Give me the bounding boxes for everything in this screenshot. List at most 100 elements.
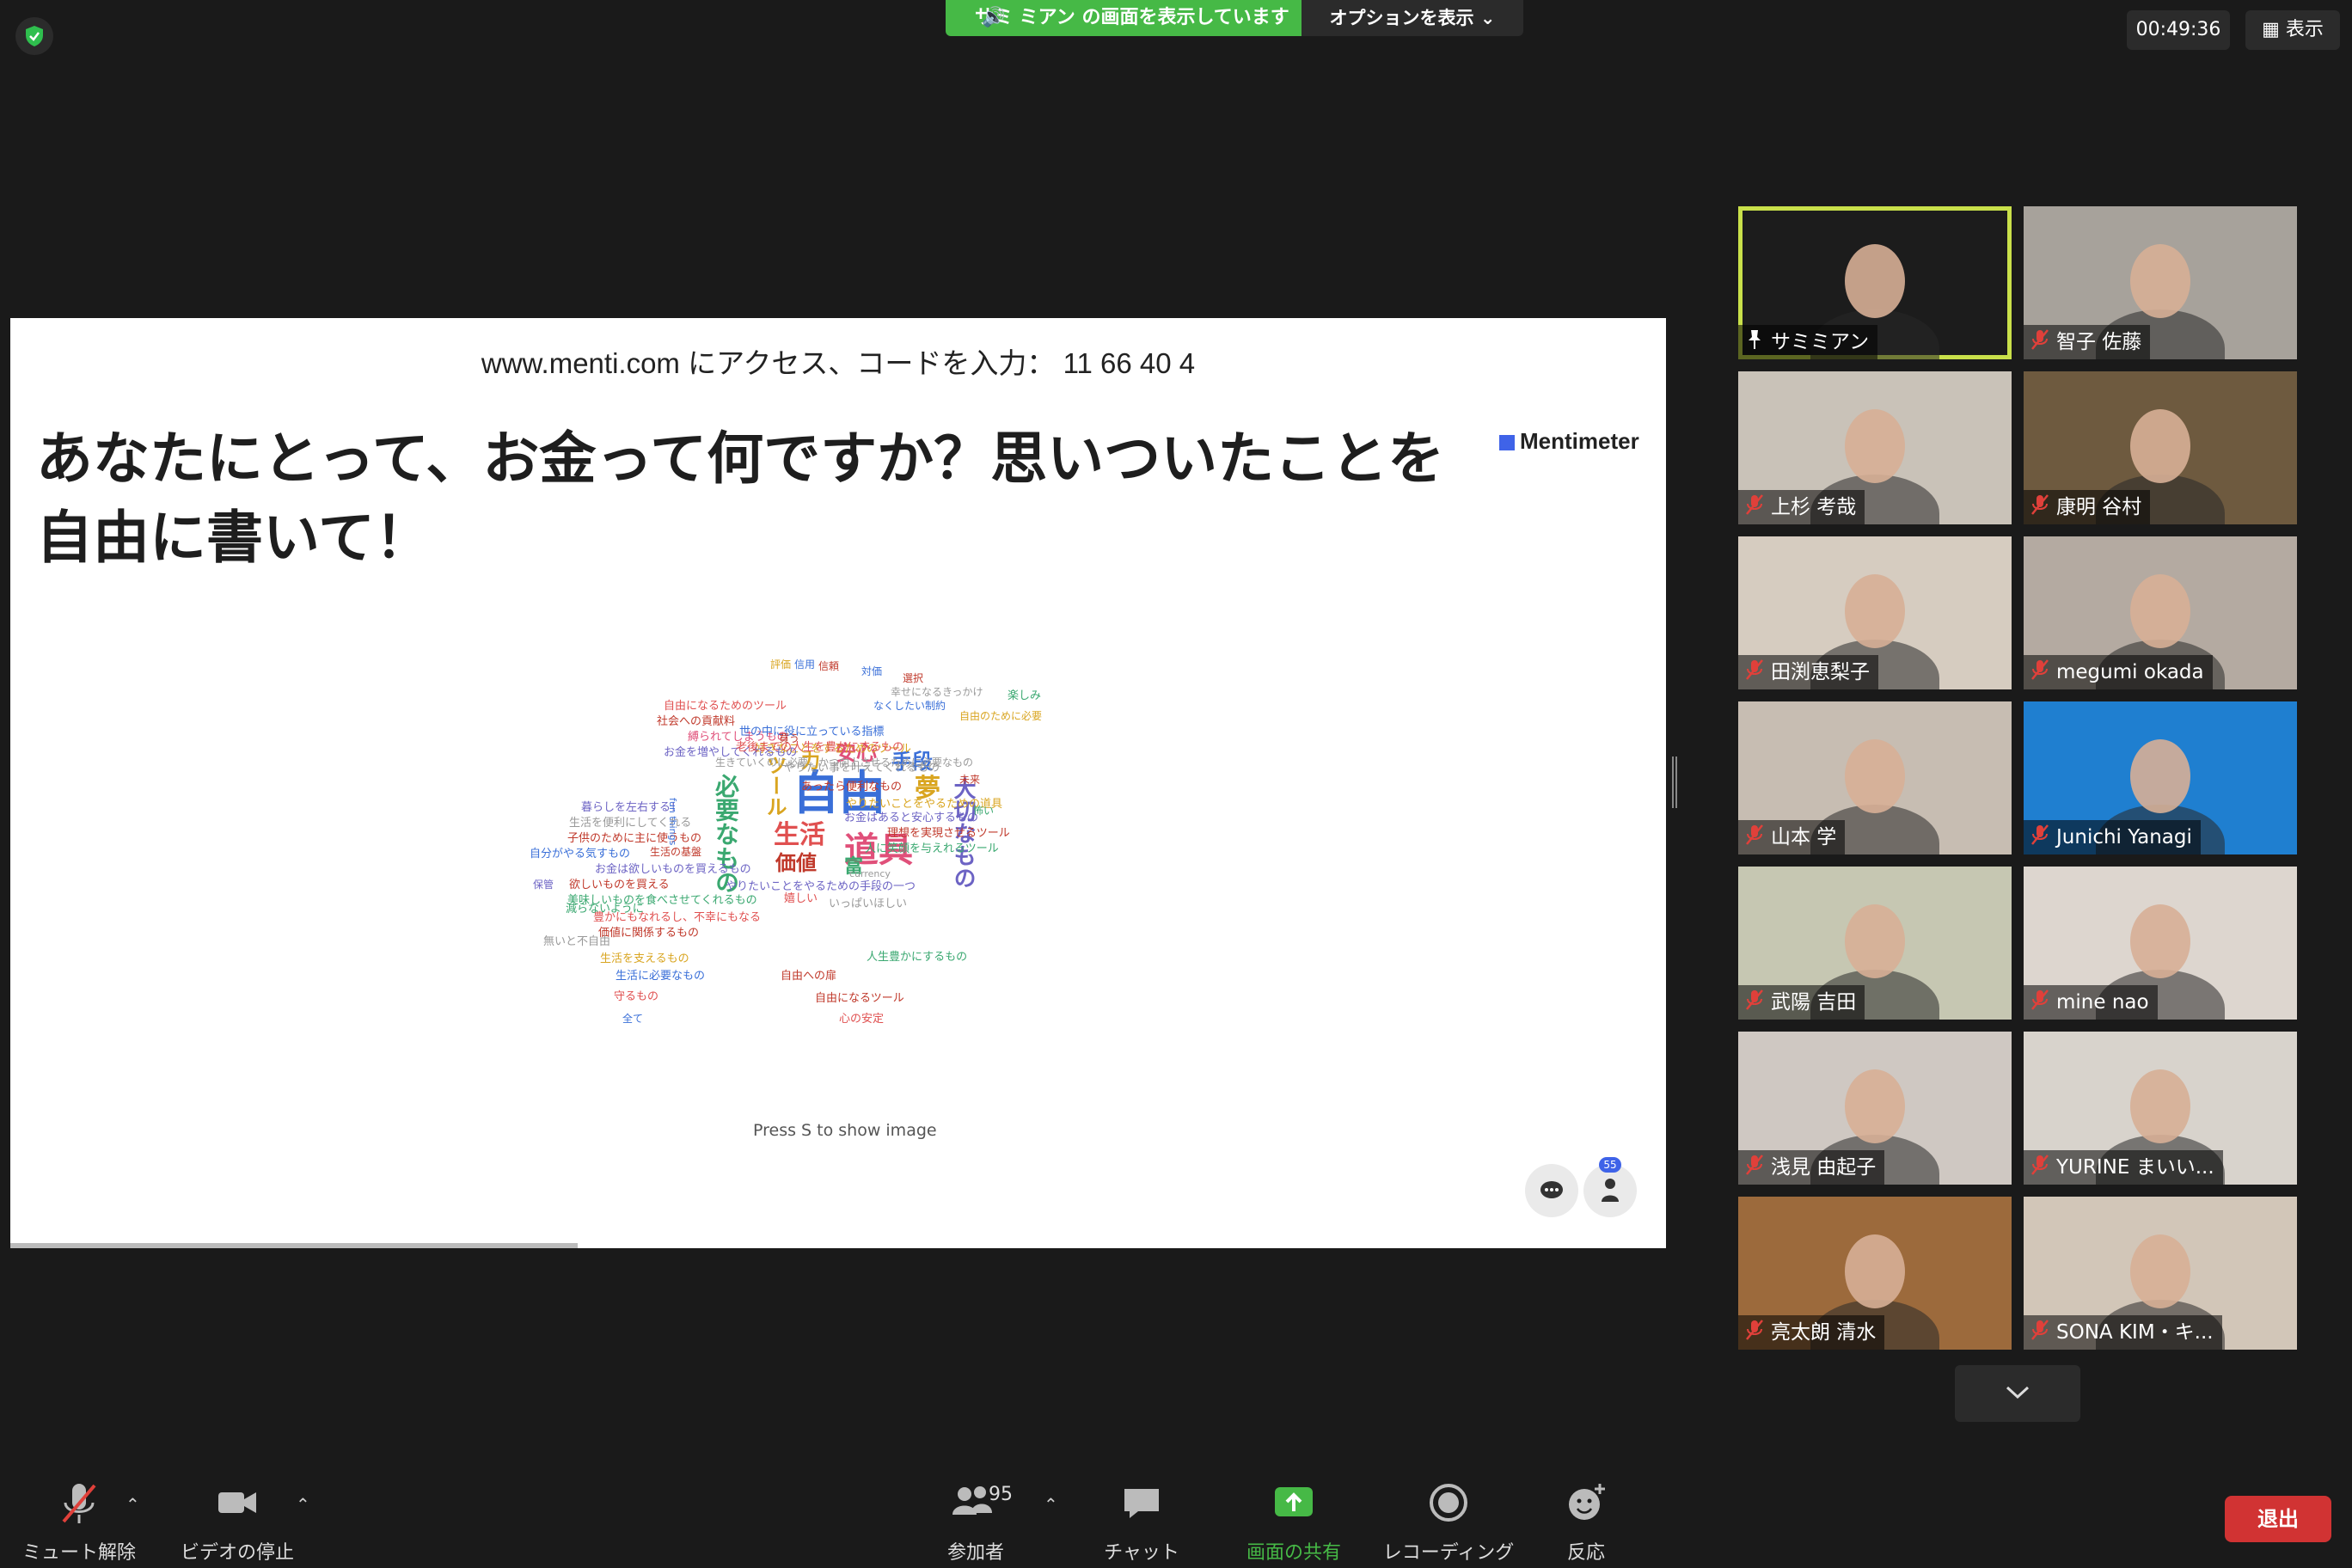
word-cloud-item: 自由になるツール: [815, 992, 904, 1005]
mentimeter-brand: Mentimeter: [1520, 428, 1639, 454]
word-cloud-item: 信頼: [818, 660, 840, 672]
meeting-timer: 00:49:36: [2127, 10, 2230, 50]
word-cloud-item: やりたい事を叶えてくれるもの: [784, 762, 940, 775]
participant-video-face: [1845, 1234, 1905, 1308]
participant-name: SONA KIM・キ...: [2056, 1321, 2214, 1344]
participant-tile[interactable]: 康明 谷村: [2024, 371, 2297, 524]
word-cloud-item: 生活を支えるもの: [600, 952, 689, 965]
chat-bubble-icon: [1540, 1181, 1563, 1198]
participant-name: 智子 佐藤: [2056, 331, 2142, 353]
word-cloud-item: 怖い: [973, 805, 995, 817]
view-options-button[interactable]: オプションを表示 ⌄: [1302, 0, 1523, 36]
muted-mic-icon: [2030, 328, 2051, 359]
chat-button[interactable]: チャット: [1090, 1477, 1193, 1565]
word-cloud-item: 老後までの人生を豊かにするもの: [736, 741, 904, 754]
word-cloud-item: 保管: [533, 879, 554, 891]
muted-mic-icon: [1745, 1318, 1766, 1350]
participant-name-label: 康明 谷村: [2024, 490, 2151, 524]
word-cloud-item: currency: [849, 868, 891, 879]
word-cloud-item: 欲しいものを買える: [569, 879, 670, 891]
chat-icon: [1124, 1489, 1159, 1518]
word-cloud-item: 必要なもの: [712, 774, 740, 894]
participants-count: 95: [989, 1484, 1013, 1505]
participant-name-label: 山本 学: [1738, 820, 1846, 854]
participant-video-face: [1845, 739, 1905, 813]
participant-tile[interactable]: 田渕恵梨子: [1738, 536, 2012, 689]
word-cloud-item: 嬉しい: [784, 892, 818, 905]
comments-button[interactable]: [1525, 1164, 1578, 1217]
participant-tile[interactable]: 智子 佐藤: [2024, 206, 2297, 359]
view-options-label: オプションを表示: [1329, 8, 1474, 28]
participant-name: 山本 学: [1771, 826, 1837, 848]
speaker-icon: 🔊: [982, 7, 1006, 28]
muted-mic-icon: [1745, 658, 1766, 689]
muted-mic-icon: [62, 1484, 96, 1523]
participant-name: Junichi Yanagi: [2056, 826, 2192, 848]
participant-tile[interactable]: サミミアン: [1738, 206, 2012, 359]
word-cloud-item: なくしたい制約: [873, 700, 946, 712]
reactions-button[interactable]: 反応: [1539, 1477, 1633, 1565]
participant-name: YURINE まいい...: [2056, 1156, 2214, 1179]
participant-video-face: [1845, 244, 1905, 318]
participant-video-face: [2130, 409, 2190, 483]
participant-video-face: [2130, 739, 2190, 813]
stop-video-button[interactable]: ビデオの停止: [177, 1477, 297, 1565]
participant-tile[interactable]: 亮太朗 清水: [1738, 1197, 2012, 1350]
share-banner-text: サミ ミアン の画面を表示しています: [975, 7, 1289, 28]
participants-button[interactable]: 95 参加者: [911, 1477, 1040, 1565]
word-cloud-item: 理想を実現させるツール: [887, 827, 1010, 840]
join-instructions: www.menti.com にアクセス、コードを入力： 11 66 40 4: [481, 347, 1196, 379]
participant-tile[interactable]: 武陽 吉田: [1738, 867, 2012, 1020]
word-cloud-item: 減らないように: [566, 903, 644, 916]
participant-tile[interactable]: mine nao: [2024, 867, 2297, 1020]
word-cloud-item: あったら便利なもの: [801, 781, 903, 793]
word-cloud-item: 選択: [903, 672, 924, 684]
participant-tile[interactable]: megumi okada: [2024, 536, 2297, 689]
person-icon: [1602, 1179, 1619, 1202]
word-cloud-item: 幸せになるきっかけ: [891, 686, 983, 698]
participant-video-face: [2130, 244, 2190, 318]
unmute-button[interactable]: ミュート解除: [19, 1477, 139, 1565]
muted-mic-icon: [1745, 988, 1766, 1020]
slide-progress-bar: [10, 1243, 578, 1248]
participant-name: megumi okada: [2056, 661, 2204, 683]
participant-video-face: [1845, 1069, 1905, 1143]
share-screen-label: 画面の共有: [1246, 1542, 1341, 1564]
muted-mic-icon: [1745, 493, 1766, 524]
participant-tile[interactable]: Junichi Yanagi: [2024, 701, 2297, 854]
gallery-next-page-button[interactable]: [1955, 1365, 2080, 1422]
security-shield-icon[interactable]: [15, 17, 53, 55]
participant-tile[interactable]: 浅見 由起子: [1738, 1032, 2012, 1185]
word-cloud-item: 楽しみ: [1008, 689, 1042, 702]
word-cloud-item: fun things: [667, 798, 678, 846]
participant-tile[interactable]: 上杉 考哉: [1738, 371, 2012, 524]
participant-tile[interactable]: YURINE まいい...: [2024, 1032, 2297, 1185]
view-label: 表示: [2285, 19, 2324, 40]
word-cloud-item: 未来: [959, 774, 981, 786]
word-cloud-item: 人に笑顔を与えれるツール: [865, 842, 999, 855]
video-options-caret[interactable]: ⌃: [296, 1494, 310, 1515]
participant-video-face: [1845, 409, 1905, 483]
chat-label: チャット: [1104, 1542, 1179, 1564]
participant-video-face: [1845, 904, 1905, 978]
participant-name-label: 上杉 考哉: [1738, 490, 1865, 524]
word-cloud-item: 社会への貢献料: [657, 715, 736, 728]
participant-video-face: [2130, 1069, 2190, 1143]
participant-name: 武陽 吉田: [1771, 991, 1857, 1014]
leave-meeting-button[interactable]: 退出: [2225, 1496, 2331, 1542]
word-cloud-item: いっぱいほしい: [829, 897, 908, 910]
participant-name: mine nao: [2056, 991, 2149, 1014]
participants-label: 参加者: [946, 1542, 1004, 1564]
participant-tile[interactable]: 山本 学: [1738, 701, 2012, 854]
recording-button[interactable]: レコーディング: [1375, 1477, 1522, 1565]
audio-options-caret[interactable]: ⌃: [126, 1494, 140, 1515]
muted-mic-icon: [2030, 493, 2051, 524]
panel-splitter-handle[interactable]: [1671, 756, 1678, 808]
word-cloud-item: 生活の基盤: [650, 846, 702, 858]
participant-tile[interactable]: SONA KIM・キ...: [2024, 1197, 2297, 1350]
share-screen-button[interactable]: 画面の共有: [1229, 1477, 1358, 1565]
participant-name-label: mine nao: [2024, 985, 2158, 1020]
view-button[interactable]: ▦ 表示: [2245, 10, 2340, 50]
participants-options-caret[interactable]: ⌃: [1044, 1494, 1058, 1515]
reaction-smiley-icon: [1569, 1484, 1605, 1520]
